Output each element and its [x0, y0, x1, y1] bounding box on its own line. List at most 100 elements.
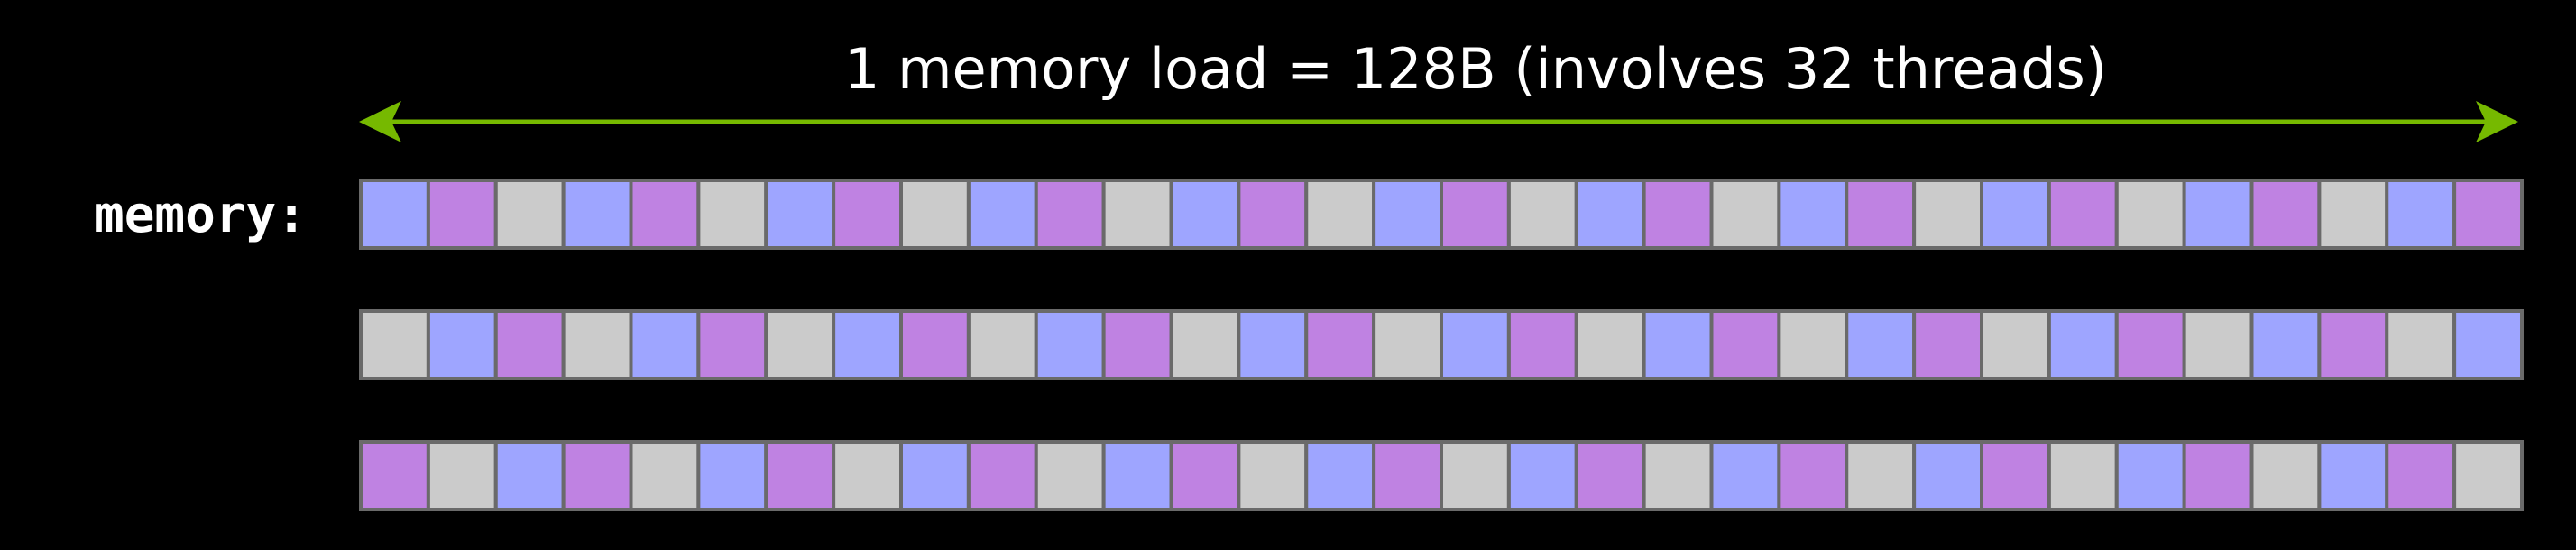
memory-cell-gray — [629, 440, 701, 511]
memory-cell-purple — [2114, 309, 2186, 380]
memory-cell-purple — [1912, 309, 1984, 380]
memory-row — [359, 179, 2525, 250]
memory-cell-gray — [1777, 309, 1849, 380]
width-arrow — [359, 101, 2518, 142]
title: 1 memory load = 128B (involves 32 thread… — [844, 36, 2107, 102]
memory-cell-blue — [426, 309, 498, 380]
memory-cell-blue — [2385, 179, 2457, 250]
memory-cell-gray — [1440, 440, 1511, 511]
memory-cell-blue — [1574, 179, 1646, 250]
memory-cell-purple — [1304, 309, 1376, 380]
memory-cell-purple — [2182, 440, 2254, 511]
memory-cell-purple — [764, 440, 836, 511]
memory-cell-purple — [1980, 440, 2051, 511]
memory-cell-purple — [1506, 309, 1578, 380]
memory-cell-purple — [1642, 179, 1714, 250]
memory-cell-gray — [2114, 179, 2186, 250]
memory-cell-gray — [1980, 309, 2051, 380]
memory-cell-blue — [1237, 309, 1309, 380]
memory-cell-purple — [696, 309, 768, 380]
memory-cell-purple — [1777, 440, 1849, 511]
memory-cell-blue — [966, 179, 1038, 250]
memory-cell-purple — [1237, 179, 1309, 250]
memory-cell-blue — [2452, 309, 2525, 380]
memory-cell-gray — [764, 309, 836, 380]
memory-cell-blue — [1034, 309, 1106, 380]
memory-cell-purple — [493, 309, 566, 380]
memory-row — [359, 440, 2525, 511]
memory-cell-purple — [899, 309, 971, 380]
memory-cell-purple — [1440, 179, 1511, 250]
memory-cell-blue — [493, 440, 566, 511]
memory-cell-purple — [966, 440, 1038, 511]
memory-cell-gray — [1101, 179, 1173, 250]
memory-cell-gray — [1304, 179, 1376, 250]
memory-cell-gray — [1372, 309, 1444, 380]
memory-cell-gray — [561, 309, 633, 380]
memory-cell-purple — [561, 440, 633, 511]
memory-rows — [359, 179, 2525, 511]
memory-cell-gray — [2452, 440, 2525, 511]
memory-cell-blue — [1304, 440, 1376, 511]
memory-cell-blue — [764, 179, 836, 250]
memory-cell-purple — [1709, 309, 1781, 380]
memory-cell-gray — [1642, 440, 1714, 511]
memory-cell-gray — [1237, 440, 1309, 511]
memory-cell-purple — [2317, 309, 2389, 380]
memory-cell-blue — [2114, 440, 2186, 511]
memory-cell-gray — [1034, 440, 1106, 511]
memory-cell-blue — [1980, 179, 2051, 250]
memory-cell-gray — [1709, 179, 1781, 250]
memory-cell-purple — [1101, 309, 1173, 380]
memory-cell-gray — [1912, 179, 1984, 250]
memory-cell-blue — [832, 309, 904, 380]
memory-cell-purple — [2047, 179, 2119, 250]
memory-row — [359, 309, 2525, 380]
memory-cell-blue — [1777, 179, 1849, 250]
memory-cell-blue — [1372, 179, 1444, 250]
memory-cell-purple — [1574, 440, 1646, 511]
memory-cell-purple — [426, 179, 498, 250]
memory-cell-purple — [832, 179, 904, 250]
memory-cell-blue — [2317, 440, 2389, 511]
memory-cell-blue — [1440, 309, 1511, 380]
memory-cell-purple — [629, 179, 701, 250]
memory-cell-blue — [1912, 440, 1984, 511]
memory-cell-gray — [696, 179, 768, 250]
memory-cell-purple — [359, 440, 430, 511]
memory-cell-gray — [2182, 309, 2254, 380]
memory-cell-purple — [1034, 179, 1106, 250]
memory-cell-gray — [426, 440, 498, 511]
memory-cell-blue — [899, 440, 971, 511]
memory-cell-gray — [2047, 440, 2119, 511]
memory-cell-blue — [1506, 440, 1578, 511]
memory-cell-gray — [1845, 440, 1917, 511]
memory-cell-blue — [2249, 309, 2322, 380]
memory-cell-gray — [1506, 179, 1578, 250]
memory-cell-gray — [832, 440, 904, 511]
memory-cell-blue — [1845, 309, 1917, 380]
memory-cell-blue — [359, 179, 430, 250]
memory-cell-blue — [1642, 309, 1714, 380]
memory-cell-blue — [2182, 179, 2254, 250]
memory-cell-blue — [1169, 179, 1241, 250]
memory-cell-blue — [1101, 440, 1173, 511]
memory-cell-purple — [2249, 179, 2322, 250]
memory-label: memory: — [94, 186, 307, 244]
memory-cell-gray — [359, 309, 430, 380]
memory-cell-gray — [966, 309, 1038, 380]
memory-coalescing-diagram: 1 memory load = 128B (involves 32 thread… — [94, 36, 2525, 511]
memory-cell-purple — [2385, 440, 2457, 511]
memory-cell-gray — [2385, 309, 2457, 380]
memory-cell-gray — [2317, 179, 2389, 250]
memory-cell-purple — [1169, 440, 1241, 511]
memory-cell-gray — [1169, 309, 1241, 380]
memory-cell-blue — [1709, 440, 1781, 511]
memory-cell-gray — [2249, 440, 2322, 511]
memory-cell-purple — [2452, 179, 2525, 250]
memory-cell-gray — [493, 179, 566, 250]
memory-cell-blue — [561, 179, 633, 250]
memory-cell-purple — [1845, 179, 1917, 250]
memory-cell-blue — [696, 440, 768, 511]
memory-cell-gray — [899, 179, 971, 250]
